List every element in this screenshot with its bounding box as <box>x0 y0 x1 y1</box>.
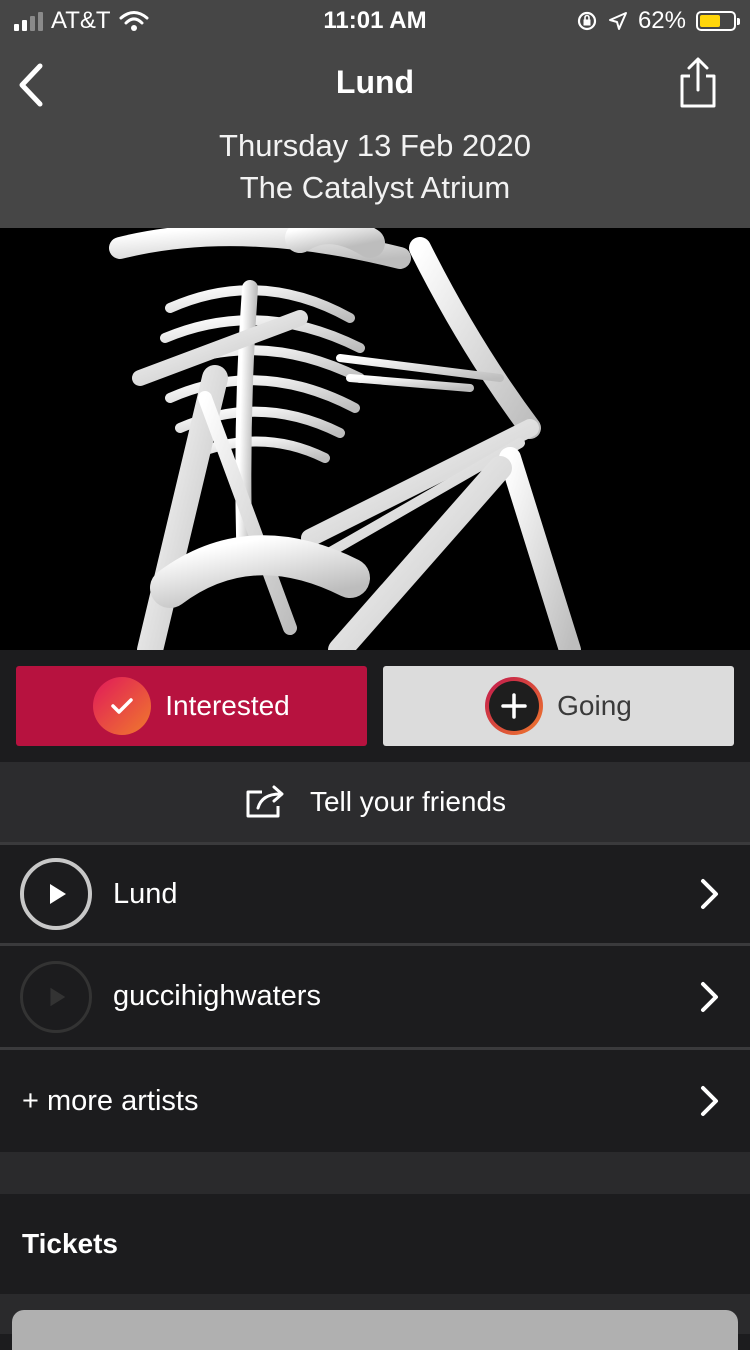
chevron-right-icon <box>701 879 718 909</box>
play-icon <box>50 987 66 1006</box>
interested-label: Interested <box>165 690 290 721</box>
tell-friends-label: Tell your friends <box>309 786 507 817</box>
battery-icon <box>696 11 740 31</box>
share-icon[interactable] <box>676 56 720 110</box>
action-buttons: Interested Going <box>0 650 750 762</box>
page-title: Lund <box>335 64 415 100</box>
battery-percent: 62% <box>637 7 686 34</box>
header: AT&T 11:01 AM 62% Lund Thursday 13 Feb 2… <box>0 0 750 228</box>
artist-row-guccihighwaters[interactable]: guccihighwaters <box>0 946 750 1047</box>
event-image <box>0 228 750 650</box>
section-spacer <box>0 1152 750 1194</box>
play-button-disabled <box>20 960 92 1033</box>
chevron-right-icon <box>701 981 718 1012</box>
tickets-section: Tickets <box>0 1194 750 1294</box>
going-label: Going <box>557 690 632 721</box>
artist-name: Lund <box>113 877 178 910</box>
event-venue: The Catalyst Atrium <box>239 170 511 205</box>
more-artists-row[interactable]: + more artists <box>0 1050 750 1152</box>
status-bar: AT&T 11:01 AM 62% <box>0 0 750 40</box>
ticket-card[interactable] <box>12 1310 738 1350</box>
more-artists-label: + more artists <box>22 1084 199 1117</box>
play-button[interactable] <box>20 858 92 930</box>
chevron-right-icon <box>701 1086 718 1116</box>
going-button[interactable]: Going <box>383 666 734 746</box>
artist-name: guccihighwaters <box>113 980 321 1012</box>
battery-level <box>700 15 720 27</box>
skeleton-artwork <box>109 228 581 650</box>
orientation-lock-icon <box>577 11 597 31</box>
tickets-heading: Tickets <box>22 1228 118 1259</box>
event-date: Thursday 13 Feb 2020 <box>219 128 531 163</box>
interested-button[interactable]: Interested <box>16 666 367 746</box>
status-right: 62% <box>576 7 740 35</box>
share-out-icon <box>246 785 284 818</box>
plus-icon <box>485 677 544 735</box>
play-icon <box>50 884 66 904</box>
tell-friends-button[interactable]: Tell your friends <box>0 762 750 842</box>
location-icon <box>608 12 627 30</box>
artist-row-lund[interactable]: Lund <box>0 845 750 943</box>
checkmark-icon <box>93 677 152 735</box>
